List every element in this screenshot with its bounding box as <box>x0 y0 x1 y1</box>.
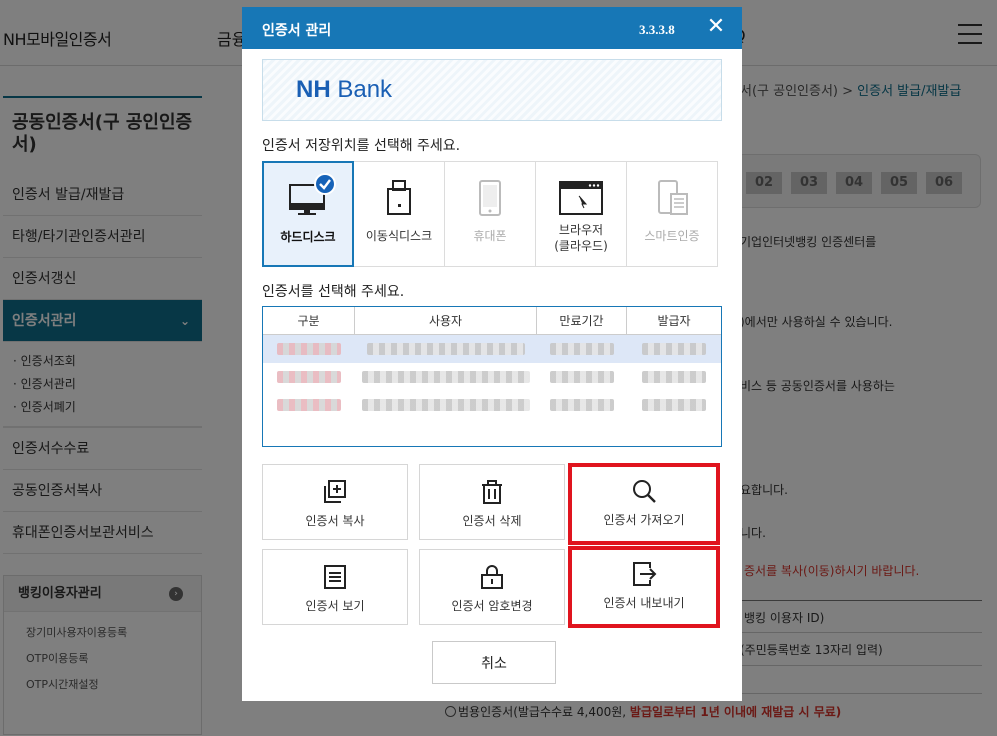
cell-issuer <box>627 343 721 355</box>
cert-prompt: 인증서를 선택해 주세요. <box>262 284 405 300</box>
logo-nh: NH <box>296 76 331 103</box>
cert-table: 구분 사용자 만료기간 발급자 <box>262 306 722 447</box>
location-label: 하드디스크 <box>280 230 336 244</box>
button-label: 인증서 보기 <box>305 599 365 613</box>
location-phone: 휴대폰 <box>444 161 536 267</box>
trash-icon <box>420 479 564 505</box>
cell-issuer <box>627 399 721 411</box>
version-label: 3.3.3.8 <box>639 22 675 37</box>
browser-icon <box>536 180 626 220</box>
column-header: 구분 <box>263 307 355 334</box>
cell-type <box>263 399 355 411</box>
button-label: 인증서 내보내기 <box>603 596 685 610</box>
location-removable-disk[interactable]: 이동식디스크 <box>353 161 445 267</box>
button-label: 인증서 가져오기 <box>603 513 685 527</box>
copy-icon <box>263 479 407 505</box>
cell-user <box>355 399 537 411</box>
cert-management-dialog: 인증서 관리 3.3.3.8 ✕ NH Bank 인증서 저장위치를 선택해 주… <box>242 7 742 701</box>
cell-expiry <box>537 371 627 383</box>
location-label: 휴대폰 <box>473 229 507 243</box>
table-row[interactable] <box>263 335 721 363</box>
lock-icon <box>420 564 564 590</box>
export-icon <box>572 561 716 587</box>
cell-expiry <box>537 399 627 411</box>
storage-location-list: 하드디스크 이동식디스크 휴대폰 브라우저 (클라우드) 스마트인증 <box>262 161 724 267</box>
location-prompt: 인증서 저장위치를 선택해 주세요. <box>262 138 461 154</box>
cell-type <box>263 343 355 355</box>
location-smart-auth: 스마트인증 <box>626 161 718 267</box>
location-browser-cloud[interactable]: 브라우저 (클라우드) <box>535 161 627 267</box>
table-header: 구분 사용자 만료기간 발급자 <box>263 307 721 335</box>
cell-expiry <box>537 343 627 355</box>
checkmark-icon <box>314 173 336 195</box>
view-cert-button[interactable]: 인증서 보기 <box>262 549 408 625</box>
button-label: 인증서 복사 <box>305 514 365 528</box>
location-hard-disk[interactable]: 하드디스크 <box>262 161 354 267</box>
usb-drive-icon <box>354 180 444 220</box>
cell-user <box>355 371 537 383</box>
phone-icon <box>445 180 535 220</box>
table-row[interactable] <box>263 363 721 391</box>
column-header: 사용자 <box>355 307 537 334</box>
change-password-button[interactable]: 인증서 암호변경 <box>419 549 565 625</box>
cell-issuer <box>627 371 721 383</box>
dialog-title: 인증서 관리 <box>262 23 332 39</box>
button-label: 인증서 암호변경 <box>451 599 533 613</box>
delete-cert-button[interactable]: 인증서 삭제 <box>419 464 565 540</box>
smart-auth-icon <box>627 180 717 220</box>
copy-cert-button[interactable]: 인증서 복사 <box>262 464 408 540</box>
column-header: 발급자 <box>657 314 691 328</box>
column-header: 만료기간 <box>537 307 627 334</box>
import-cert-button[interactable]: 인증서 가져오기 <box>568 463 720 545</box>
search-icon <box>572 478 716 504</box>
location-label: 이동식디스크 <box>365 229 433 243</box>
document-icon <box>263 564 407 590</box>
location-label: 스마트인증 <box>644 229 700 243</box>
bank-banner: NH Bank <box>262 59 722 121</box>
button-label: 인증서 삭제 <box>462 514 522 528</box>
monitor-icon <box>264 181 352 221</box>
location-label: 브라우저 (클라우드) <box>554 223 608 253</box>
close-icon[interactable]: ✕ <box>705 16 727 38</box>
logo-bank: Bank <box>330 76 393 103</box>
cell-type <box>263 371 355 383</box>
dialog-header: 인증서 관리 3.3.3.8 ✕ <box>242 7 742 49</box>
nh-bank-logo: NH Bank <box>296 76 392 104</box>
cancel-button[interactable]: 취소 <box>432 641 556 684</box>
cell-user <box>355 343 537 355</box>
export-cert-button[interactable]: 인증서 내보내기 <box>568 546 720 628</box>
table-row[interactable] <box>263 391 721 419</box>
